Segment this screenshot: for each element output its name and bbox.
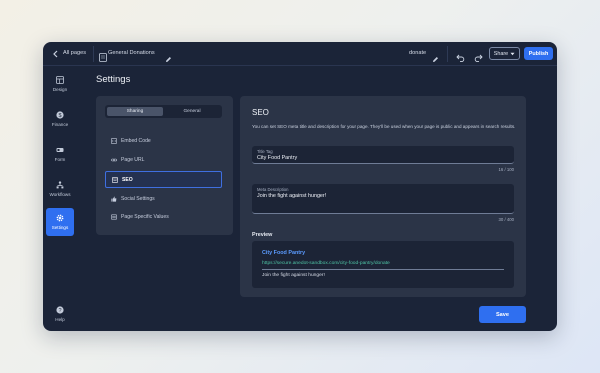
gear-icon bbox=[56, 214, 64, 222]
search-preview: City Food Pantry https://secure.anedot-s… bbox=[252, 241, 514, 288]
save-button[interactable]: Save bbox=[479, 306, 526, 323]
sidebar-label: Design bbox=[52, 87, 68, 92]
sidebar-item-settings[interactable]: Settings bbox=[46, 208, 74, 236]
page-title: General Donations bbox=[108, 50, 155, 56]
menu-item-label: Page URL bbox=[121, 156, 145, 163]
title-tag-counter: 16 / 100 bbox=[498, 167, 514, 172]
menu-item-label: Social Settings bbox=[121, 195, 155, 202]
embed-icon bbox=[111, 137, 117, 144]
menu-item-page-url[interactable]: Page URL bbox=[105, 153, 222, 166]
menu-item-page-specific-values[interactable]: Page Specific Values bbox=[105, 210, 222, 223]
caret-down-icon bbox=[510, 52, 515, 55]
preview-description: Join the fight against hunger! bbox=[262, 273, 325, 278]
preview-url: https://secure.anedot-sandbox.com/city-f… bbox=[262, 261, 390, 266]
preview-heading: Preview bbox=[252, 232, 273, 238]
preview-title: City Food Pantry bbox=[262, 250, 306, 256]
sidebar: Design $ Finance Form Workflows Settings… bbox=[43, 66, 77, 331]
meta-description-counter: 30 / 400 bbox=[498, 217, 514, 222]
sidebar-label: Settings bbox=[51, 225, 69, 230]
help-icon: ? bbox=[56, 306, 64, 314]
title-tag-input[interactable]: City Food Pantry bbox=[257, 155, 297, 161]
share-label: Share bbox=[493, 50, 509, 57]
tab-sharing[interactable]: Sharing bbox=[107, 107, 163, 116]
title-tag-field[interactable]: Title Tag City Food Pantry 16 / 100 bbox=[252, 146, 514, 172]
menu-item-label: Page Specific Values bbox=[121, 213, 169, 220]
seo-heading: SEO bbox=[252, 108, 269, 117]
tab-general[interactable]: General bbox=[164, 107, 220, 116]
settings-nav-panel: Sharing General Embed Code Page URL SEO … bbox=[96, 96, 233, 235]
all-pages-link[interactable]: All pages bbox=[63, 50, 86, 56]
menu-item-embed-code[interactable]: Embed Code bbox=[105, 134, 222, 147]
sidebar-item-workflows[interactable]: Workflows bbox=[46, 175, 74, 203]
sidebar-item-finance[interactable]: $ Finance bbox=[46, 105, 74, 133]
menu-item-social-settings[interactable]: Social Settings bbox=[105, 192, 222, 205]
sidebar-label: Finance bbox=[51, 122, 69, 127]
back-chevron-icon[interactable] bbox=[51, 49, 61, 59]
app-window: All pages General Donations donate Share… bbox=[43, 42, 557, 331]
settings-heading: Settings bbox=[96, 74, 131, 85]
list-icon bbox=[111, 214, 117, 220]
meta-description-label: Meta Description bbox=[257, 187, 289, 192]
svg-text:$: $ bbox=[58, 113, 61, 119]
sharing-general-toggle: Sharing General bbox=[105, 105, 222, 118]
edit-slug-pencil-icon[interactable] bbox=[432, 50, 439, 62]
meta-description-field[interactable]: Meta Description Join the fight against … bbox=[252, 184, 514, 222]
top-bar: All pages General Donations donate Share… bbox=[43, 42, 557, 66]
form-icon bbox=[56, 148, 64, 152]
link-icon bbox=[111, 158, 117, 161]
menu-item-label: SEO bbox=[122, 176, 133, 183]
share-button[interactable]: Share bbox=[489, 47, 520, 60]
sidebar-label: Workflows bbox=[49, 192, 71, 197]
page-slug: donate bbox=[409, 50, 427, 56]
publish-button[interactable]: Publish bbox=[524, 47, 553, 60]
title-tag-label: Title Tag bbox=[257, 149, 273, 154]
sidebar-item-form[interactable]: Form bbox=[46, 140, 74, 168]
svg-text:?: ? bbox=[58, 308, 61, 314]
undo-icon[interactable] bbox=[456, 49, 465, 63]
redo-icon[interactable] bbox=[474, 49, 483, 63]
menu-item-seo[interactable]: SEO bbox=[105, 171, 222, 188]
seo-panel: SEO You can set SEO meta title and descr… bbox=[240, 96, 526, 297]
menu-item-label: Embed Code bbox=[121, 137, 151, 144]
seo-icon bbox=[112, 176, 118, 183]
divider bbox=[93, 46, 94, 62]
edit-title-pencil-icon[interactable] bbox=[165, 50, 172, 62]
document-icon bbox=[99, 49, 107, 62]
preview-divider bbox=[262, 269, 504, 270]
workflow-icon bbox=[56, 181, 64, 189]
thumbs-up-icon bbox=[111, 196, 117, 202]
design-icon bbox=[56, 76, 64, 84]
dollar-icon: $ bbox=[56, 111, 64, 119]
sidebar-label: Help bbox=[55, 317, 65, 322]
sidebar-item-help[interactable]: ? Help bbox=[46, 300, 74, 328]
meta-description-input[interactable]: Join the fight against hunger! bbox=[257, 193, 326, 199]
sidebar-label: Form bbox=[54, 157, 66, 162]
divider bbox=[447, 46, 448, 62]
sidebar-item-design[interactable]: Design bbox=[46, 70, 74, 98]
seo-description: You can set SEO meta title and descripti… bbox=[252, 124, 516, 129]
